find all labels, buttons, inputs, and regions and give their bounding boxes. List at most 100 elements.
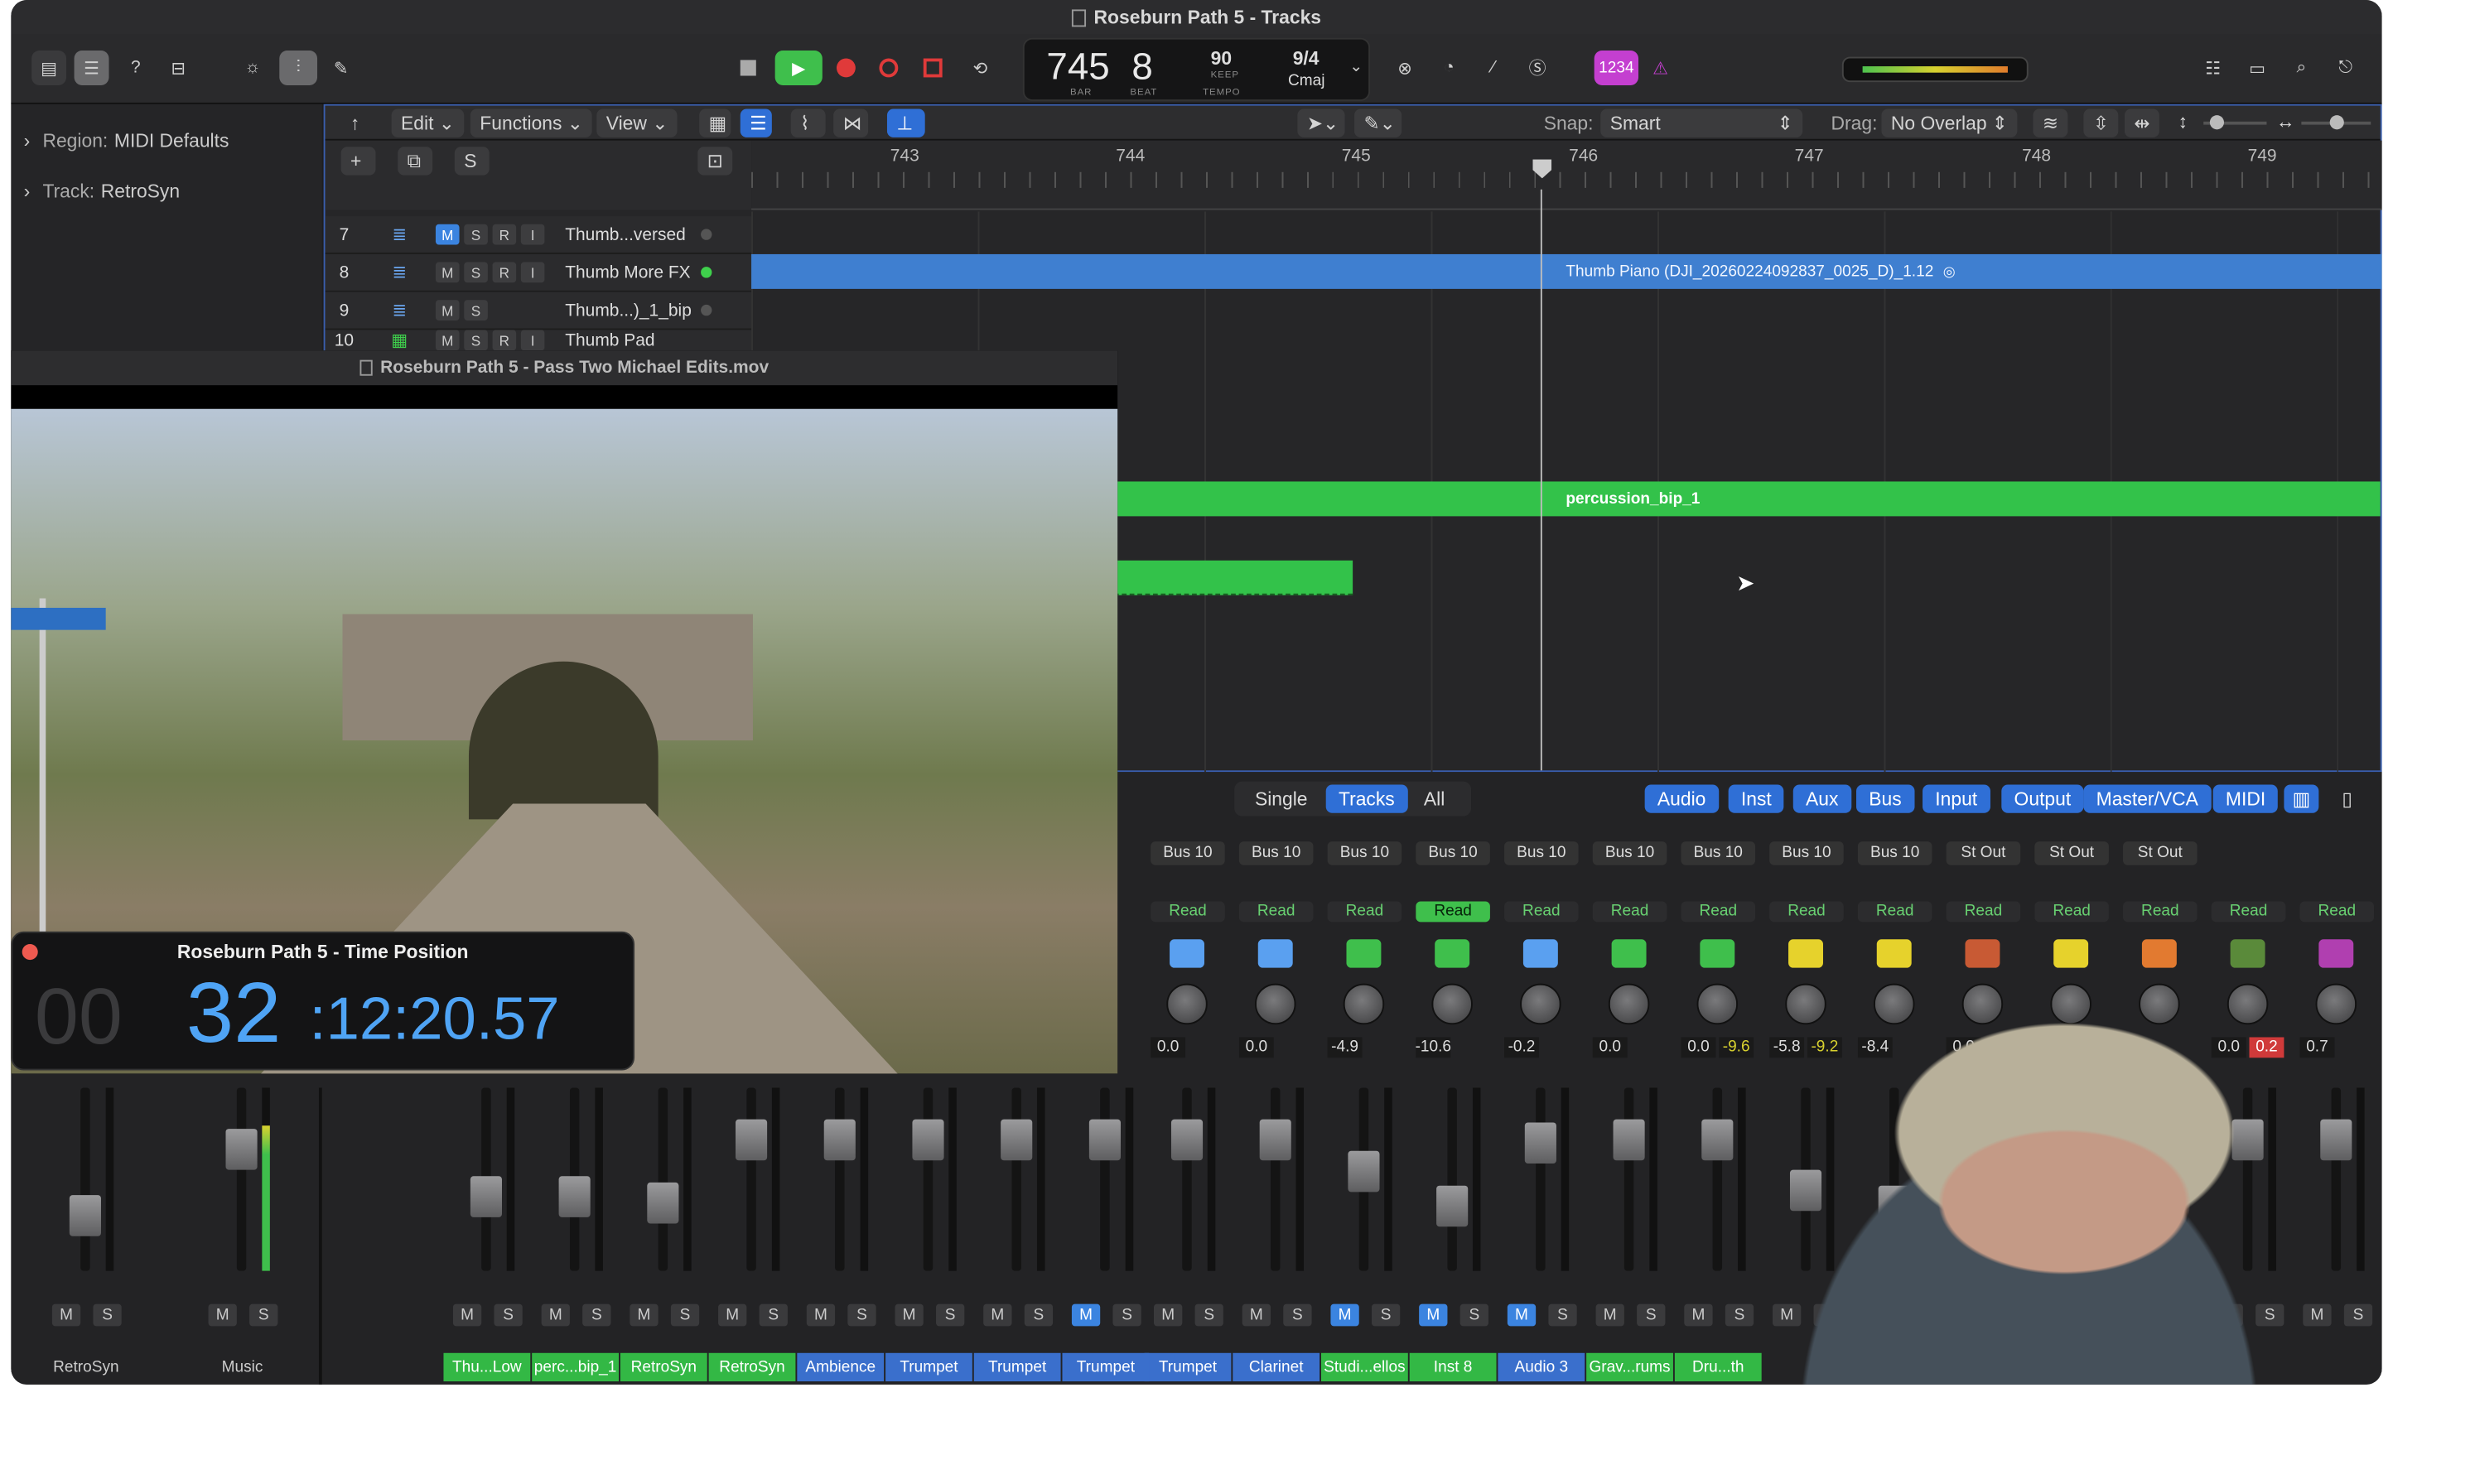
solo-button[interactable]: S (759, 1303, 788, 1327)
midi-region-percussion[interactable]: percussion_bip_1 (1083, 481, 2381, 517)
mute-button[interactable]: M (435, 330, 460, 351)
lcd-mode-button[interactable]: ⁄ (1478, 51, 1509, 85)
fader-cap[interactable] (225, 1129, 258, 1170)
fader-cap[interactable] (1088, 1119, 1121, 1161)
loops-button[interactable]: ⎋ (2330, 51, 2362, 85)
volume-readout[interactable]: -0.2 (1504, 1037, 1539, 1058)
drag-select[interactable]: No Overlap ⇕ (1881, 108, 2018, 137)
solo-button[interactable]: S (1112, 1303, 1141, 1327)
capture-record-button[interactable] (875, 51, 903, 85)
output-slot[interactable]: Bus 10 (1592, 841, 1667, 865)
automation-mode[interactable]: Read (1769, 901, 1844, 923)
output-slot[interactable]: Bus 10 (1504, 841, 1579, 865)
solo-toggle-button[interactable]: Ⓢ (1522, 51, 1553, 85)
output-slot[interactable]: Bus 10 (1857, 841, 1932, 865)
automation-mode[interactable]: Read (2299, 901, 2375, 923)
mute-button[interactable]: M (718, 1303, 747, 1327)
output-slot[interactable]: St Out (2123, 841, 2198, 865)
warning-icon[interactable]: ⚠ (1647, 51, 1675, 85)
replace-button[interactable] (919, 51, 947, 85)
browser-button[interactable]: ⌕ (2285, 51, 2317, 85)
solo-button[interactable]: S (464, 330, 488, 351)
pan-knob[interactable] (1166, 983, 1208, 1025)
solo-button[interactable]: S (1194, 1303, 1223, 1327)
volume-fader[interactable] (1001, 1087, 1033, 1271)
list-view-button[interactable]: ☰ (740, 108, 772, 137)
fader-cap[interactable] (647, 1182, 679, 1224)
solo-button[interactable]: S (494, 1303, 523, 1327)
output-slot[interactable]: Bus 10 (1327, 841, 1402, 865)
vertical-zoom-slider[interactable] (2203, 115, 2267, 130)
record-enable-button[interactable]: R (492, 262, 517, 283)
automation-mode[interactable]: Read (1857, 901, 1932, 923)
automation-mode[interactable]: Read (1238, 901, 1314, 923)
volume-fader[interactable] (1524, 1087, 1556, 1271)
pan-knob[interactable] (1343, 983, 1385, 1025)
duplicate-track-button[interactable]: ⧉ (398, 147, 433, 176)
functions-menu[interactable]: Functions ⌄ (470, 108, 593, 137)
solo-button[interactable]: S (582, 1303, 611, 1327)
counter-badge[interactable]: 1234 (1594, 51, 1639, 85)
snap-select[interactable]: Smart ⇕ (1600, 108, 1803, 137)
automation-mode[interactable]: Read (1151, 901, 1225, 923)
volume-fader[interactable] (225, 1087, 258, 1271)
pan-knob[interactable] (1254, 983, 1296, 1025)
solo-button[interactable]: S (1283, 1303, 1312, 1327)
list-editors-button[interactable]: ☷ (2198, 51, 2229, 85)
mute-button[interactable]: M (1242, 1303, 1271, 1327)
mute-button[interactable]: M (1071, 1303, 1101, 1327)
track-options-button[interactable]: ⊡ (697, 147, 733, 176)
input-monitor-button[interactable]: I (520, 224, 545, 245)
lcd-display[interactable]: 745 8 BAR BEAT 90 KEEP TEMPO 9/4 Cmaj ⌄ (1022, 37, 1371, 102)
time-position-window[interactable]: Roseburn Path 5 - Time Position 00 32 :1… (11, 931, 635, 1071)
tuner-button[interactable]: ◔ (1433, 51, 1464, 85)
solo-button[interactable]: S (1637, 1303, 1666, 1327)
mute-button[interactable]: M (208, 1303, 237, 1327)
automation-mode[interactable]: Read (1592, 901, 1667, 923)
solo-button[interactable]: S (93, 1303, 122, 1327)
automation-button[interactable]: ⌇ (790, 108, 826, 137)
solo-button[interactable]: S (847, 1303, 876, 1327)
input-monitor-button[interactable]: I (520, 262, 545, 283)
input-monitor-button[interactable]: I (520, 330, 545, 351)
library-button[interactable]: ▤ (31, 51, 67, 85)
add-track-button[interactable]: + (340, 147, 376, 176)
automation-mode[interactable]: Read (2034, 901, 2109, 923)
mute-button[interactable]: M (1330, 1303, 1359, 1327)
catch-button[interactable]: ⊥ (886, 108, 925, 137)
fader-cap[interactable] (912, 1119, 944, 1161)
solo-button[interactable]: S (249, 1303, 278, 1327)
fader-cap[interactable] (736, 1119, 768, 1161)
automation-mode[interactable]: Read (1416, 901, 1490, 923)
mute-button[interactable]: M (435, 262, 460, 283)
pan-knob[interactable] (1608, 983, 1650, 1025)
fader-cap[interactable] (1436, 1185, 1469, 1227)
notepad-button[interactable]: ▭ (2241, 51, 2273, 85)
mute-button[interactable]: M (452, 1303, 482, 1327)
mute-button[interactable]: M (541, 1303, 570, 1327)
cycle-button[interactable]: ⟲ (962, 51, 997, 85)
volume-fader[interactable] (823, 1087, 856, 1271)
automation-mode[interactable]: Read (2211, 901, 2286, 923)
record-button[interactable] (832, 51, 860, 85)
pencil-tool[interactable]: ✎⌄ (1354, 108, 1402, 137)
fader-cap[interactable] (1524, 1122, 1556, 1164)
output-slot[interactable]: Bus 10 (1416, 841, 1490, 865)
fader-cap[interactable] (558, 1176, 591, 1217)
volume-fader[interactable] (470, 1087, 502, 1271)
output-slot[interactable]: Bus 10 (1769, 841, 1844, 865)
output-slot[interactable]: Bus 10 (1681, 841, 1756, 865)
midi-region-green-small[interactable] (1083, 560, 1353, 595)
region-inspector-row[interactable]: › Region: MIDI Defaults (11, 117, 321, 164)
solo-button[interactable]: S (1024, 1303, 1054, 1327)
volume-readout[interactable]: 0.0 (1592, 1037, 1628, 1058)
mute-button[interactable]: M (1595, 1303, 1624, 1327)
mute-button[interactable]: M (1154, 1303, 1183, 1327)
track-row-7[interactable]: 7 ≣ MSRI Thumb...versed (325, 216, 752, 254)
mute-button[interactable]: M (1507, 1303, 1537, 1327)
automation-mode[interactable]: Read (2123, 901, 2198, 923)
record-enable-button[interactable]: R (492, 224, 517, 245)
output-slot[interactable]: Bus 10 (1151, 841, 1225, 865)
inspector-button[interactable]: ☰ (74, 51, 109, 85)
play-button[interactable]: ▶ (774, 51, 823, 85)
